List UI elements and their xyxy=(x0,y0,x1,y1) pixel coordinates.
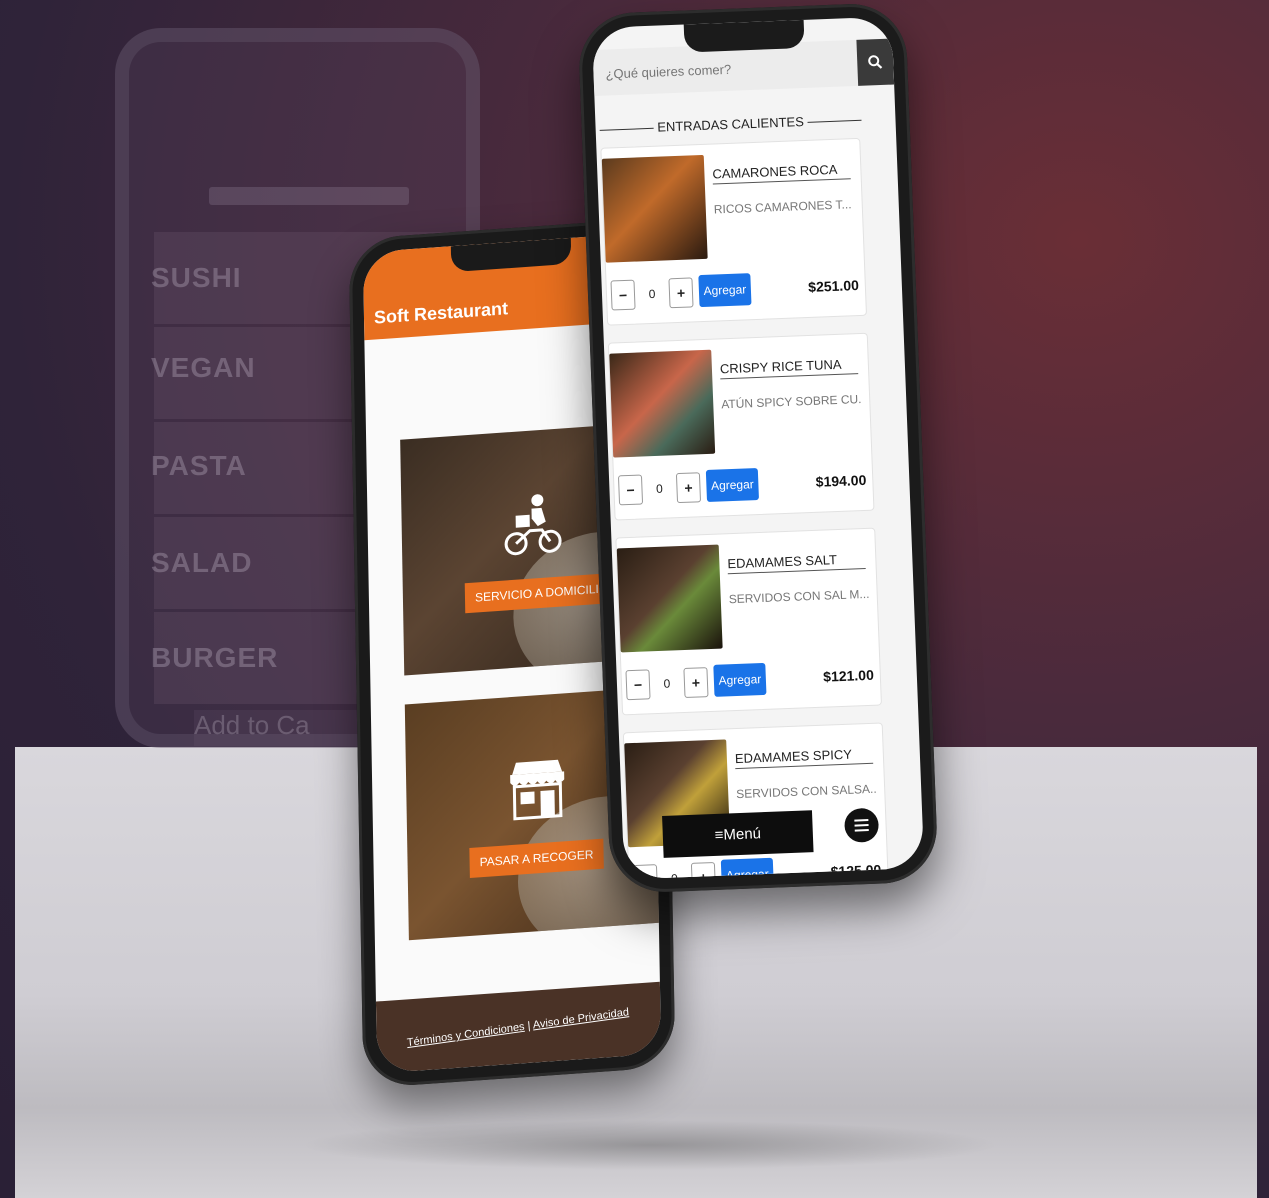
terms-link[interactable]: Términos y Condiciones xyxy=(406,1021,525,1049)
item-description: SERVIDOS CON SAL M... xyxy=(728,586,869,607)
search-icon xyxy=(868,55,883,69)
item-price: $194.00 xyxy=(815,471,867,490)
notch xyxy=(683,19,805,53)
footer-links: Términos y Condiciones | Aviso de Privac… xyxy=(406,1006,629,1049)
item-description: ATÚN SPICY SOBRE CU... xyxy=(721,392,862,412)
item-description: SERVIDOS CON SALSA... xyxy=(736,781,877,802)
item-photo xyxy=(601,154,708,263)
ghost-category-label: VEGAN xyxy=(151,352,256,383)
add-button[interactable]: Agregar xyxy=(705,468,759,502)
item-description: RICOS CAMARONES T... xyxy=(713,197,852,217)
ghost-category-label: BURGER xyxy=(151,642,279,673)
ghost-category-label: PASTA xyxy=(151,450,247,481)
footer-separator: | xyxy=(527,1019,531,1033)
quantity-stepper: − 0 + xyxy=(610,277,694,311)
decrement-button[interactable]: − xyxy=(610,279,636,311)
ghost-search-bar xyxy=(209,187,409,205)
item-name: EDAMAMES SALT xyxy=(727,550,866,575)
item-photo xyxy=(616,544,723,653)
increment-button[interactable]: + xyxy=(690,861,717,880)
item-photo xyxy=(609,349,716,458)
item-price: $121.00 xyxy=(822,666,875,685)
privacy-link[interactable]: Aviso de Privacidad xyxy=(532,1006,629,1031)
item-price: $125.00 xyxy=(830,861,882,880)
increment-button[interactable]: + xyxy=(683,667,709,699)
quantity-value: 0 xyxy=(670,871,679,880)
delivery-bike-icon xyxy=(504,494,562,556)
decrement-button[interactable]: − xyxy=(625,669,651,701)
menu-item-card: CAMARONES ROCA RICOS CAMARONES T... − 0 … xyxy=(600,137,868,326)
item-name: CRISPY RICE TUNA xyxy=(719,356,859,380)
hamburger-icon xyxy=(854,819,869,832)
add-button[interactable]: Agregar xyxy=(713,662,767,697)
menu-item-card: EDAMAMES SALT SERVIDOS CON SAL M... − 0 … xyxy=(615,527,882,716)
quantity-stepper: − 0 + xyxy=(632,861,717,880)
ghost-category-label: SALAD xyxy=(151,547,253,578)
decrement-button[interactable]: − xyxy=(617,474,644,506)
item-name: CAMARONES ROCA xyxy=(712,161,851,185)
decrement-button[interactable]: − xyxy=(632,864,659,880)
search-input[interactable] xyxy=(602,51,808,88)
ghost-category-label: SUSHI xyxy=(151,262,242,293)
quantity-value: 0 xyxy=(663,676,671,691)
phone-shadow xyxy=(300,1120,1000,1170)
quantity-stepper: − 0 + xyxy=(625,667,709,701)
increment-button[interactable]: + xyxy=(675,472,702,504)
storefront-icon xyxy=(510,759,565,821)
quantity-value: 0 xyxy=(648,286,656,302)
item-name: EDAMAMES SPICY xyxy=(734,745,874,770)
section-title: ENTRADAS CALIENTES xyxy=(599,112,861,137)
item-price: $251.00 xyxy=(807,277,860,295)
menu-button[interactable]: ≡Menú xyxy=(662,810,814,858)
quantity-stepper: − 0 + xyxy=(617,472,702,506)
search-button[interactable] xyxy=(856,38,895,86)
quantity-value: 0 xyxy=(655,481,664,496)
app-footer: Términos y Condiciones | Aviso de Privac… xyxy=(375,981,662,1074)
add-button[interactable]: Agregar xyxy=(720,857,774,880)
menu-item-card: CRISPY RICE TUNA ATÚN SPICY SOBRE CU... … xyxy=(607,332,875,521)
phone-right: ENTRADAS CALIENTES CAMARONES ROCA RICOS … xyxy=(577,2,939,894)
brand-logo: Soft Restaurant xyxy=(373,298,509,328)
phone-right-screen: ENTRADAS CALIENTES CAMARONES ROCA RICOS … xyxy=(591,16,925,880)
increment-button[interactable]: + xyxy=(668,277,694,309)
add-button[interactable]: Agregar xyxy=(698,273,752,308)
